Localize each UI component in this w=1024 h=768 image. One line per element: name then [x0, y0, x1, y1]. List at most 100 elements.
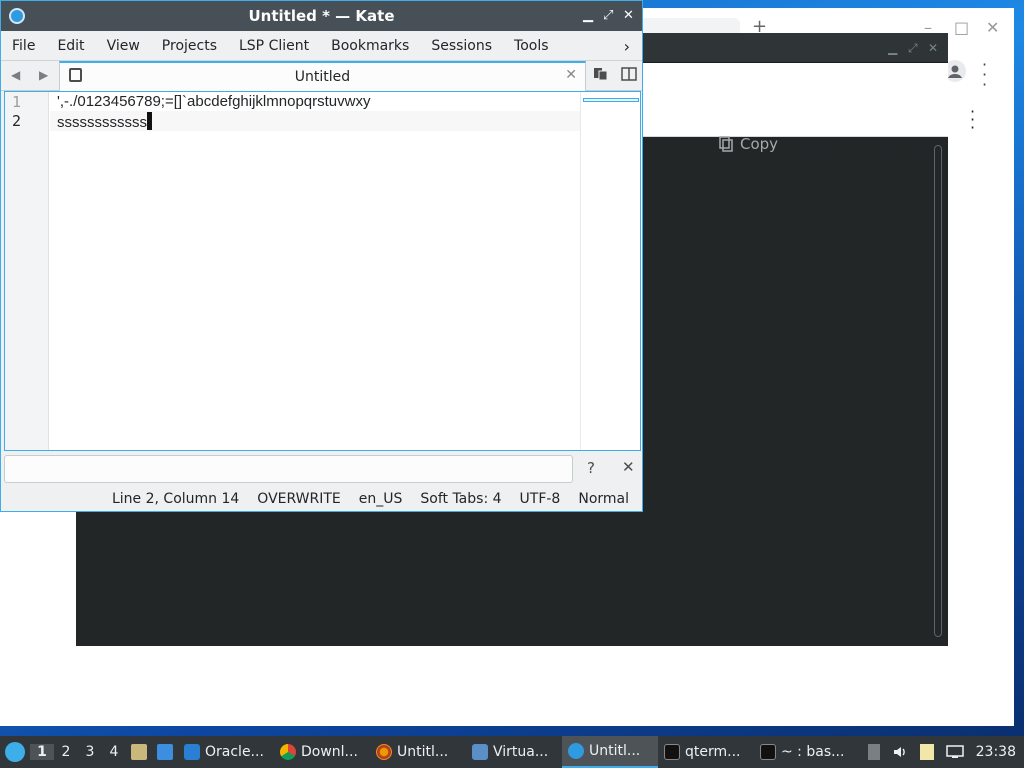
code-line-text: ssssssssssss	[57, 114, 147, 131]
task-bash[interactable]: ~ : bas...	[754, 736, 850, 768]
previous-tab-icon[interactable]: ◀	[11, 68, 20, 82]
browser-menu-button[interactable]: · · ·	[982, 57, 987, 93]
kate-icon	[568, 743, 584, 759]
text-editor[interactable]: 1 2 ',-./0123456789;=[]`abcdefghijklmnop…	[4, 91, 641, 451]
menu-file[interactable]: File	[1, 38, 46, 54]
status-bar: Line 2, Column 14 OVERWRITE en_US Soft T…	[1, 487, 642, 511]
desktop-1[interactable]: 1	[30, 744, 54, 760]
kate-titlebar: Untitled * — Kate ▁ ⤢ ✕	[1, 1, 642, 31]
task-label: Downl...	[301, 744, 358, 760]
task-label: ~ : bas...	[781, 744, 845, 760]
dictionary[interactable]: en_US	[350, 491, 412, 507]
find-label: Find	[900, 135, 931, 153]
menu-bookmarks[interactable]: Bookmarks	[320, 38, 420, 54]
copy-icon	[719, 136, 733, 152]
desktop-4[interactable]: 4	[102, 744, 126, 760]
start-menu-button[interactable]	[0, 736, 30, 768]
paste-label: Paste	[818, 135, 859, 153]
close-icon[interactable]: ✕	[622, 458, 635, 476]
menu-overflow-chevron-icon[interactable]: ›	[624, 37, 630, 56]
tab-label: Untitled	[294, 69, 351, 85]
menu-tools[interactable]: Tools	[503, 38, 560, 54]
terminal-maximize-button[interactable]: ⤢	[908, 41, 918, 56]
desktop-icon	[157, 744, 173, 760]
menu-sessions[interactable]: Sessions	[420, 38, 503, 54]
menubar: File Edit View Projects LSP Client Bookm…	[1, 31, 642, 61]
desktop-3[interactable]: 3	[78, 744, 102, 760]
task-label: Virtua...	[493, 744, 549, 760]
encoding[interactable]: UTF-8	[511, 491, 570, 507]
system-tray: 23:38	[867, 744, 1024, 760]
task-oracle[interactable]: Oracle...	[178, 736, 274, 768]
task-label: Oracle...	[205, 744, 264, 760]
chrome-icon	[376, 744, 392, 760]
terminal-icon	[760, 744, 776, 760]
lxqt-logo-icon	[5, 742, 25, 762]
task-virtualbox[interactable]: Virtua...	[466, 736, 562, 768]
terminal-menu-button[interactable]: · · ·	[970, 104, 975, 136]
task-kate[interactable]: Untitl...	[562, 736, 658, 768]
monitor-icon	[184, 744, 200, 760]
copy-button[interactable]: Copy	[718, 135, 778, 153]
menu-lsp-client[interactable]: LSP Client	[228, 38, 320, 54]
volume-icon[interactable]	[892, 744, 908, 760]
cursor-position[interactable]: Line 2, Column 14	[103, 491, 248, 507]
file-manager-launcher[interactable]	[126, 736, 152, 768]
code-line[interactable]: ',-./0123456789;=[]`abcdefghijklmnopqrst…	[57, 93, 370, 110]
clock[interactable]: 23:38	[976, 744, 1016, 760]
taskbar: 1 2 3 4 Oracle... Downl... Untitl... Vir…	[0, 736, 1024, 768]
browser-maximize-button[interactable]: □	[954, 20, 969, 36]
desktop-2[interactable]: 2	[54, 744, 78, 760]
task-downloads[interactable]: Downl...	[274, 736, 370, 768]
minimap[interactable]	[580, 92, 640, 450]
maximize-button[interactable]: ⤢	[603, 8, 613, 23]
menu-view[interactable]: View	[96, 38, 151, 54]
menu-projects[interactable]: Projects	[151, 38, 228, 54]
paste-icon	[798, 137, 810, 152]
minimize-button[interactable]: ▁	[583, 8, 593, 23]
task-untitled-chrome[interactable]: Untitl...	[370, 736, 466, 768]
terminal-minimize-button[interactable]: ▁	[888, 41, 897, 55]
folder-icon	[131, 744, 147, 760]
chrome-icon	[280, 744, 296, 760]
indentation-settings[interactable]: Soft Tabs: 4	[411, 491, 510, 507]
text-cursor	[147, 112, 152, 130]
copy-label: Copy	[740, 135, 779, 153]
window-title: Untitled * — Kate	[248, 7, 395, 25]
terminal-close-button[interactable]: ✕	[928, 41, 938, 55]
paste-button[interactable]: Paste	[796, 135, 859, 153]
tab-close-icon[interactable]: ✕	[565, 67, 577, 83]
task-qterminal[interactable]: qterm...	[658, 736, 754, 768]
edit-mode[interactable]: OVERWRITE	[248, 491, 349, 507]
minimap-viewport[interactable]	[583, 98, 639, 102]
task-label: qterm...	[685, 744, 741, 760]
search-icon	[879, 137, 894, 152]
show-desktop-launcher[interactable]	[152, 736, 178, 768]
command-bar: ? ✕	[4, 455, 641, 483]
line-number: 2	[12, 112, 22, 130]
line-number: 1	[12, 93, 22, 111]
find-button[interactable]: Find	[878, 135, 931, 153]
menu-edit[interactable]: Edit	[46, 38, 95, 54]
keyboard-icon[interactable]	[867, 744, 880, 760]
terminal-icon	[664, 744, 680, 760]
tab-bar: ◀ ▶ Untitled ✕	[1, 61, 642, 91]
terminal-scrollbar[interactable]	[934, 145, 942, 637]
split-view-icon[interactable]	[621, 67, 637, 81]
network-icon[interactable]	[945, 744, 964, 760]
virtualbox-icon	[472, 744, 488, 760]
task-label: Untitl...	[397, 744, 449, 760]
next-tab-icon[interactable]: ▶	[39, 68, 48, 82]
line-number-gutter: 1 2	[5, 92, 49, 450]
documents-icon[interactable]	[593, 67, 609, 81]
tab-untitled[interactable]: Untitled ✕	[59, 61, 586, 91]
close-button[interactable]: ✕	[623, 8, 634, 23]
command-input[interactable]	[4, 455, 573, 483]
code-line-current[interactable]: ssssssssssss	[57, 112, 152, 131]
clipboard-icon[interactable]	[919, 744, 934, 760]
input-mode[interactable]: Normal	[569, 491, 638, 507]
help-icon[interactable]: ?	[587, 459, 595, 477]
kate-window: Untitled * — Kate ▁ ⤢ ✕ File Edit View P…	[0, 0, 643, 512]
browser-close-button[interactable]: ✕	[986, 20, 999, 36]
task-label: Untitl...	[589, 743, 641, 759]
